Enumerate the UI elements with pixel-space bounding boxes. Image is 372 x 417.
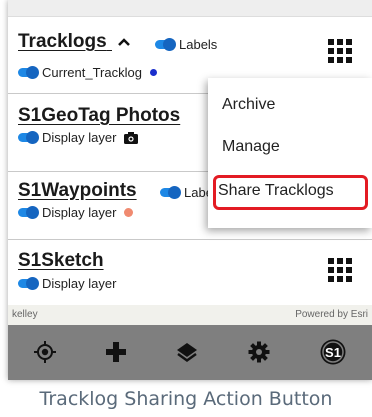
svg-text:S1: S1 <box>325 345 341 360</box>
toggle-switch-icon[interactable] <box>18 206 39 219</box>
labels-toggle-label: Labels <box>179 37 218 52</box>
geotag-display-row[interactable]: Display layer <box>18 130 139 145</box>
camera-icon <box>124 131 139 144</box>
tracklogs-grid-menu-button[interactable] <box>328 39 352 63</box>
layers-icon[interactable] <box>172 337 202 367</box>
toggle-switch-icon[interactable] <box>18 131 39 144</box>
s1-logo-icon[interactable]: S1 <box>318 337 348 367</box>
top-strip <box>8 0 372 17</box>
esri-attribution[interactable]: Powered by Esri <box>295 309 368 320</box>
toggle-switch-icon[interactable] <box>18 277 39 290</box>
waypoints-display-row[interactable]: Display layer <box>18 205 134 220</box>
locate-icon[interactable] <box>30 337 60 367</box>
chevron-up-icon[interactable] <box>118 31 130 53</box>
tracklogs-title[interactable]: Tracklogs <box>18 31 107 52</box>
layers-panel-screen: Tracklogs Labels Current_Tracklog S1GeoT… <box>8 0 372 380</box>
toggle-switch-icon[interactable] <box>155 38 176 51</box>
bottom-toolbar: S1 <box>8 325 372 380</box>
sketch-title[interactable]: S1Sketch <box>18 250 104 272</box>
map-place-label: kelley <box>12 309 38 320</box>
waypoints-display-label: Display layer <box>42 205 117 220</box>
sketch-display-label: Display layer <box>42 276 117 291</box>
share-tracklogs-highlight-box <box>213 175 368 210</box>
toggle-switch-icon[interactable] <box>160 186 181 199</box>
toggle-switch-icon[interactable] <box>18 66 39 79</box>
tracklogs-title-row[interactable]: Tracklogs <box>18 31 130 53</box>
menu-item-archive[interactable]: Archive <box>222 96 275 114</box>
figure-caption: Tracklog Sharing Action Button <box>39 388 333 410</box>
settings-icon[interactable] <box>244 337 274 367</box>
tracklogs-labels-toggle[interactable]: Labels <box>155 37 217 52</box>
geotag-title[interactable]: S1GeoTag Photos <box>18 105 180 127</box>
map-strip[interactable]: kelley Powered by Esri <box>8 305 372 325</box>
waypoints-labels-toggle[interactable]: Labe <box>160 185 213 200</box>
sketch-grid-menu-button[interactable] <box>328 258 352 282</box>
tracklog-color-dot-icon <box>149 69 157 76</box>
geotag-display-label: Display layer <box>42 130 117 145</box>
current-tracklog-row[interactable]: Current_Tracklog <box>18 65 157 80</box>
waypoint-color-dot-icon <box>124 208 134 217</box>
layer-sketch: S1Sketch Display layer <box>8 240 372 304</box>
current-tracklog-label: Current_Tracklog <box>42 65 142 80</box>
waypoints-title[interactable]: S1Waypoints <box>18 180 137 202</box>
add-icon[interactable] <box>101 337 131 367</box>
menu-item-manage[interactable]: Manage <box>222 138 280 156</box>
sketch-display-row[interactable]: Display layer <box>18 276 116 291</box>
